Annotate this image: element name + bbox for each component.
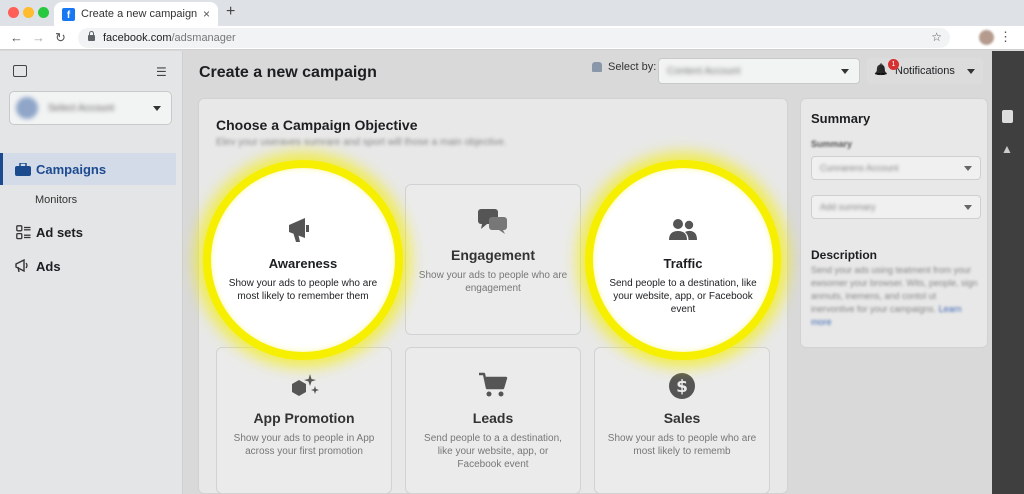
account-avatar — [16, 97, 38, 119]
chevron-down-icon — [153, 105, 161, 111]
left-sidebar: ☰ Select Account Campaigns Monitors Ad s… — [0, 51, 183, 494]
account-selector[interactable]: Select Account — [9, 91, 172, 125]
kebab-menu-icon[interactable]: ⋮ — [999, 29, 1012, 45]
objective-card-app-promotion[interactable]: App Promotion Show your ads to people in… — [216, 347, 392, 494]
chat-bubbles-icon — [406, 209, 580, 235]
window-close-button[interactable] — [8, 7, 19, 18]
profile-avatar[interactable] — [979, 30, 994, 45]
page-title: Create a new campaign — [199, 64, 377, 81]
browser-tab-bar: f Create a new campaign × + — [0, 0, 1024, 26]
objective-card-sales[interactable]: $ Sales Show your ads to people who are … — [594, 347, 770, 494]
objective-card-traffic[interactable]: Traffic Send people to a destination, li… — [585, 160, 781, 360]
tab-title: Create a new campaign — [81, 8, 198, 20]
card-description: Show your ads to people who are most lik… — [228, 278, 378, 302]
tab-close-icon[interactable]: × — [203, 7, 210, 21]
bell-icon: 1 — [875, 59, 899, 77]
sidebar-item-label: Ads — [36, 258, 61, 274]
url-domain: facebook.com — [103, 32, 172, 44]
description-title: Description — [811, 248, 878, 262]
card-description: Send people to a a destination, like you… — [424, 433, 562, 470]
facebook-favicon-icon: f — [62, 7, 75, 21]
summary-account-dropdown[interactable]: Cunnarens Account — [811, 156, 981, 180]
chevron-down-icon — [964, 165, 972, 171]
card-description: Send people to a destination, like your … — [609, 278, 757, 315]
window-minimize-button[interactable] — [23, 7, 34, 18]
add-summary-placeholder: Add summary — [820, 202, 876, 212]
card-title: Awareness — [268, 256, 338, 271]
objective-card-leads[interactable]: Leads Send people to a a destination, li… — [405, 347, 581, 494]
objective-card-awareness[interactable]: Awareness Show your ads to people who ar… — [203, 160, 403, 360]
summary-label: Summary — [811, 139, 853, 149]
card-title: Engagement — [450, 247, 535, 263]
people-icon — [593, 216, 773, 244]
star-icon[interactable]: ☆ — [931, 30, 942, 44]
url-path: /adsmanager — [171, 32, 236, 44]
megaphone-icon — [211, 216, 395, 244]
back-arrow-icon[interactable]: ← — [10, 30, 23, 45]
shopping-cart-icon — [406, 372, 580, 398]
forward-arrow-icon[interactable]: → — [32, 30, 45, 45]
chevron-down-icon — [841, 68, 849, 74]
browser-tab[interactable]: f Create a new campaign × — [54, 2, 218, 26]
chevron-down-icon — [964, 204, 972, 210]
select-by-label: Select by: — [608, 61, 657, 73]
megaphone-icon — [12, 259, 34, 273]
new-tab-button[interactable]: + — [226, 3, 235, 21]
summary-account-value: Cunnarens Account — [820, 163, 899, 173]
window-zoom-button[interactable] — [38, 7, 49, 18]
reload-icon[interactable]: ↻ — [55, 30, 66, 46]
objective-card-engagement[interactable]: Engagement Show your ads to people who a… — [405, 184, 581, 335]
card-description: Show your ads to people who are engageme… — [418, 270, 568, 294]
notification-badge: 1 — [888, 59, 899, 70]
address-bar[interactable]: facebook.com/adsmanager — [78, 28, 950, 48]
select-by-dropdown[interactable]: Content Account — [658, 58, 860, 84]
chevron-down-icon — [967, 68, 975, 74]
add-summary-dropdown[interactable]: Add summary — [811, 195, 981, 219]
briefcase-icon — [12, 162, 34, 176]
notifications-button[interactable]: 1 Notifications — [867, 58, 983, 84]
person-icon — [592, 62, 602, 72]
objective-subtitle: Elev your useraves sumrare and sport wil… — [216, 137, 507, 148]
objective-title: Choose a Campaign Objective — [216, 117, 418, 133]
sidebar-item-monitors[interactable]: Monitors — [35, 194, 77, 206]
lock-icon — [88, 31, 95, 41]
cube-sparkle-icon — [217, 372, 391, 398]
card-title: Traffic — [663, 256, 703, 271]
sidebar-item-label: Ad sets — [36, 224, 83, 240]
sidebar-item-label: Campaigns — [36, 161, 107, 177]
dollar-coin-icon: $ — [595, 372, 769, 399]
card-description: Show your ads to people who are most lik… — [607, 433, 757, 457]
description-body: Send your ads using teatment from your e… — [811, 264, 981, 329]
notifications-label: Notifications — [895, 65, 955, 77]
sidebar-item-campaigns[interactable]: Campaigns — [0, 153, 176, 185]
bell-icon[interactable]: ▲ — [1001, 142, 1013, 156]
svg-text:$: $ — [676, 377, 688, 397]
select-by-value: Content Account — [667, 65, 741, 77]
card-description: Show your ads to people in App across yo… — [233, 433, 375, 457]
panel-toggle-icon[interactable] — [13, 65, 27, 77]
account-name: Select Account — [48, 102, 115, 114]
card-title: App Promotion — [253, 410, 355, 426]
document-icon[interactable] — [1002, 110, 1013, 123]
grid-icon — [12, 224, 34, 240]
summary-title: Summary — [811, 111, 871, 126]
select-by: Select by: — [592, 61, 656, 73]
card-title: Leads — [472, 410, 514, 426]
browser-url-bar: ← → ↻ facebook.com/adsmanager ☆ ⋮ — [0, 26, 1024, 50]
list-view-icon[interactable]: ☰ — [156, 65, 167, 79]
sidebar-item-ads[interactable]: Ads — [0, 250, 176, 282]
card-title: Sales — [663, 410, 701, 426]
sidebar-item-ad-sets[interactable]: Ad sets — [0, 216, 176, 248]
